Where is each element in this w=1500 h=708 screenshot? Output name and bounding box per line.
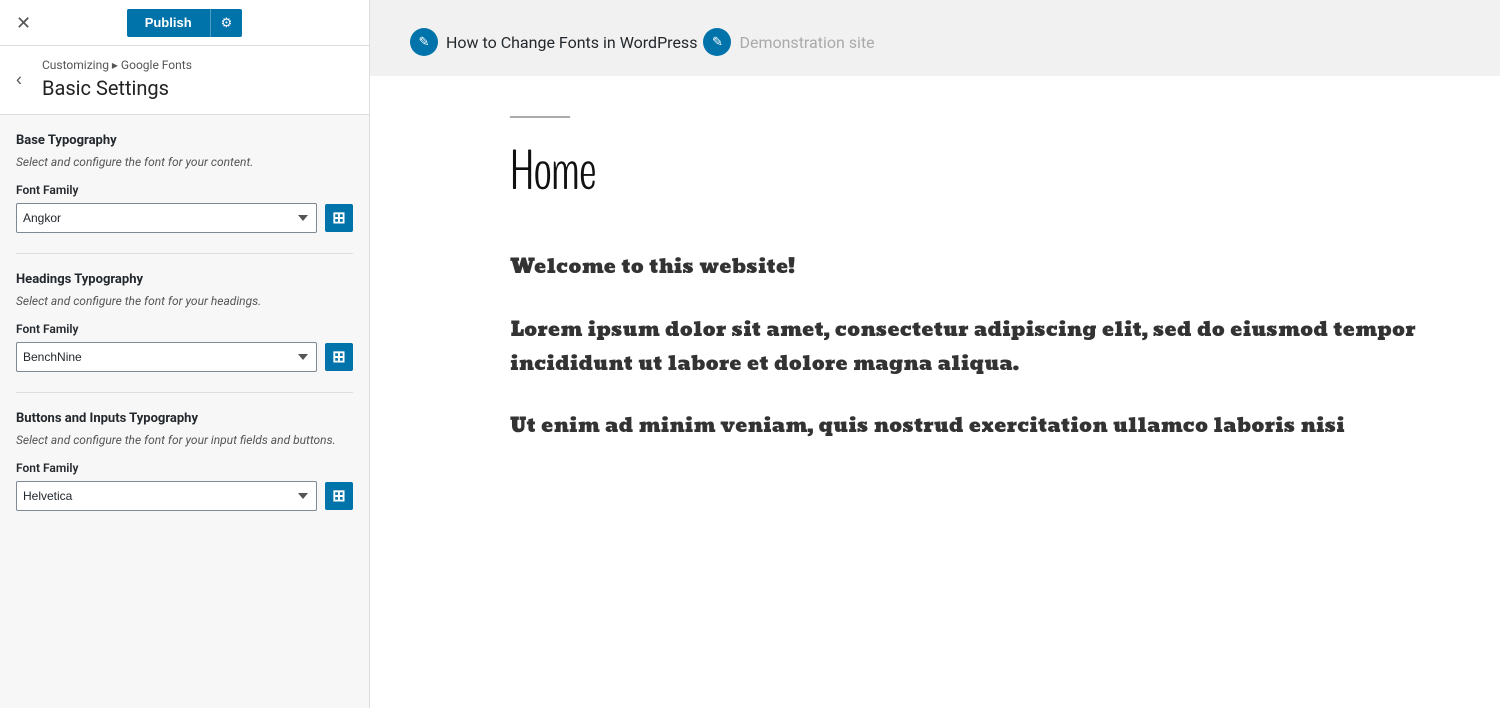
base-typography-desc: Select and configure the font for your c… bbox=[16, 153, 353, 171]
publish-button[interactable]: Publish bbox=[127, 9, 210, 37]
preview-header: ✎ How to Change Fonts in WordPress ✎ Dem… bbox=[370, 0, 1500, 76]
breadcrumb-area: ‹ Customizing ▸ Google Fonts Basic Setti… bbox=[0, 46, 369, 115]
buttons-font-family-label: Font Family bbox=[16, 461, 353, 475]
base-font-row: Angkor ⊞ bbox=[16, 203, 353, 233]
preview-content: Home Welcome to this website! Lorem ipsu… bbox=[370, 76, 1500, 483]
headings-typography-heading: Headings Typography bbox=[16, 272, 353, 287]
headings-expand-button[interactable]: ⊞ bbox=[325, 343, 353, 371]
preview-link-demo[interactable]: ✎ Demonstration site bbox=[703, 28, 874, 56]
edit-icon-2: ✎ bbox=[703, 28, 731, 56]
headings-font-select[interactable]: BenchNine bbox=[16, 342, 317, 372]
main-preview: ✎ How to Change Fonts in WordPress ✎ Dem… bbox=[370, 0, 1500, 708]
publish-group: Publish ⚙ bbox=[127, 9, 243, 37]
headings-typography-section: Headings Typography Select and configure… bbox=[16, 272, 353, 372]
headings-font-row: BenchNine ⊞ bbox=[16, 342, 353, 372]
back-button[interactable]: ‹ bbox=[10, 66, 28, 95]
sidebar: ✕ Publish ⚙ ‹ Customizing ▸ Google Fonts… bbox=[0, 0, 370, 708]
edit-icon-1: ✎ bbox=[410, 28, 438, 56]
close-button[interactable]: ✕ bbox=[12, 10, 35, 36]
buttons-inputs-section: Buttons and Inputs Typography Select and… bbox=[16, 411, 353, 511]
top-bar: ✕ Publish ⚙ bbox=[0, 0, 369, 46]
buttons-expand-button[interactable]: ⊞ bbox=[325, 482, 353, 510]
buttons-font-row: Helvetica ⊞ bbox=[16, 481, 353, 511]
preview-lorem-1: Lorem ipsum dolor sit amet, consectetur … bbox=[510, 313, 1440, 381]
preview-welcome: Welcome to this website! bbox=[510, 249, 1440, 285]
headings-typography-desc: Select and configure the font for your h… bbox=[16, 292, 353, 310]
divider-1 bbox=[16, 253, 353, 254]
preview-link-demo-label: Demonstration site bbox=[739, 33, 874, 52]
buttons-inputs-heading: Buttons and Inputs Typography bbox=[16, 411, 353, 426]
base-typography-heading: Base Typography bbox=[16, 133, 353, 148]
headings-font-family-label: Font Family bbox=[16, 322, 353, 336]
preview-rule bbox=[510, 116, 570, 118]
gear-button[interactable]: ⚙ bbox=[210, 9, 243, 37]
base-font-family-label: Font Family bbox=[16, 183, 353, 197]
page-title: Basic Settings bbox=[42, 76, 353, 100]
base-expand-button[interactable]: ⊞ bbox=[325, 204, 353, 232]
buttons-font-select[interactable]: Helvetica bbox=[16, 481, 317, 511]
buttons-inputs-desc: Select and configure the font for your i… bbox=[16, 431, 353, 449]
preview-lorem-2: Ut enim ad minim veniam, quis nostrud ex… bbox=[510, 409, 1440, 443]
base-typography-section: Base Typography Select and configure the… bbox=[16, 133, 353, 233]
breadcrumb: Customizing ▸ Google Fonts bbox=[42, 58, 353, 72]
preview-link-article[interactable]: ✎ How to Change Fonts in WordPress bbox=[410, 28, 697, 56]
preview-link-article-label: How to Change Fonts in WordPress bbox=[446, 33, 697, 52]
sidebar-content: Base Typography Select and configure the… bbox=[0, 115, 369, 549]
base-font-select[interactable]: Angkor bbox=[16, 203, 317, 233]
divider-2 bbox=[16, 392, 353, 393]
preview-home-title: Home bbox=[510, 134, 1440, 209]
